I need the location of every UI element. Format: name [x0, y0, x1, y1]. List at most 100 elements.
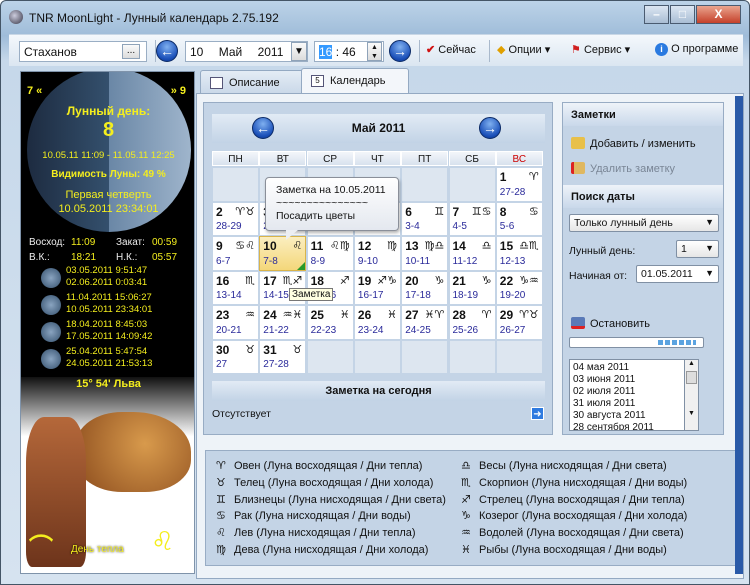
notes-header: Заметки — [563, 103, 723, 126]
delete-note-button[interactable]: Удалить заметку — [571, 162, 675, 175]
day-cell[interactable]: 31 ♉ 27-28 — [259, 339, 307, 374]
zodiac-sign-icon: ♈ — [216, 459, 226, 472]
next-lunar-day-link[interactable]: » 9 — [171, 85, 186, 97]
day-number: 31 — [263, 342, 277, 357]
add-note-button[interactable]: Добавить / изменить — [571, 137, 696, 150]
lunar-days: 27-28 — [499, 186, 526, 198]
day-cell[interactable]: 12 ♍ 9-10 — [353, 236, 401, 271]
day-cell[interactable]: 9 ♋♌ 6-7 — [212, 236, 259, 271]
day-cell[interactable]: 29 ♈♉ 26-27 — [495, 305, 543, 340]
service-menu[interactable]: ⚑ Сервис ▾ — [571, 43, 630, 56]
day-cell[interactable]: 7 ♊♋ 4-5 — [448, 201, 496, 236]
binoculars-stop-icon — [571, 317, 585, 329]
toolbar: Стаханов ... ← 10 Май 2011 ▼ 16 : 46 ▲ ▼ … — [9, 34, 743, 66]
day-cell[interactable]: 25 ♓ 22-23 — [306, 305, 354, 340]
prev-lunar-day-link[interactable]: 7 « — [27, 85, 42, 97]
day-cell[interactable]: 26 ♓ 23-24 — [353, 305, 401, 340]
results-scrollbar[interactable]: ▲ ▼ — [684, 359, 699, 431]
phase-date-prev: 25.04.2011 5:47:54 — [66, 346, 148, 357]
zodiac-sign-icon: ♑♒ — [519, 273, 539, 287]
time-hour: 16 — [319, 45, 333, 59]
day-cell[interactable]: 23 ♒ 20-21 — [212, 305, 259, 340]
lunar-days: 5-6 — [499, 221, 515, 232]
day-cell[interactable]: 6 ♊ 3-4 — [401, 201, 449, 236]
lunar-day-select[interactable]: 1 ▼ — [676, 240, 719, 258]
day-number: 27 — [405, 308, 419, 322]
day-cell[interactable]: 15 ♎♏ 12-13 — [495, 236, 543, 271]
day-cell[interactable]: 11 ♌♍ 8-9 — [306, 236, 354, 271]
start-date-value: 01.05.2011 — [641, 268, 693, 280]
search-result-item[interactable]: 04 мая 2011 — [573, 362, 695, 374]
zodiac-sign-icon: ♎♏ — [519, 239, 539, 252]
time-spinner[interactable]: ▲ ▼ — [367, 42, 382, 61]
calendar-panel: ← Май 2011 → ПН ВТ СР ЧТ ПТ СБ ВС 1 ♈ 27-28 2 … — [203, 102, 553, 435]
day-cell[interactable]: 13 ♍♎ 10-11 — [401, 236, 449, 271]
stop-search-button[interactable]: Остановить — [571, 317, 650, 330]
zodiac-sign-icon: ♏ — [461, 475, 471, 489]
lion-artwork — [76, 412, 191, 492]
lunar-days: 3-4 — [405, 221, 420, 232]
day-cell[interactable]: 2 ♈♉ 28-29 — [212, 201, 259, 236]
day-cell[interactable]: 27 ♓♈ 24-25 — [401, 305, 449, 340]
waxing-moon-icon: ⌒ — [29, 534, 53, 561]
start-date-picker[interactable]: 01.05.2011 ▼ — [636, 265, 719, 283]
weekday-header: СБ — [448, 151, 496, 166]
day-cell[interactable]: 10 ♌ 7-8 — [259, 236, 307, 271]
day-cell[interactable]: 8 ♋ 5-6 — [495, 201, 543, 236]
tab-description[interactable]: Описание — [200, 70, 304, 95]
day-cell[interactable]: 19 ♐♑ 16-17 — [353, 270, 401, 305]
prev-date-button[interactable]: ← — [156, 40, 178, 62]
legend-item: ♊ Близнецы (Луна нисходящая / Дни света) — [216, 493, 446, 506]
day-cell[interactable]: 14 ♎ 11-12 — [448, 236, 496, 271]
about-label: О программе — [671, 43, 739, 55]
close-button[interactable]: X — [696, 5, 741, 24]
day-number: 24 — [263, 308, 277, 322]
zodiac-sign-icon: ♑ — [461, 509, 471, 523]
search-results-list[interactable]: 04 мая 2011 03 июня 2011 02 июля 2011 31 ию… — [569, 359, 699, 431]
lunar-days: 4-5 — [452, 221, 467, 232]
date-picker[interactable]: 10 Май 2011 — [185, 41, 308, 62]
search-result-item[interactable]: 02 июля 2011 — [573, 386, 695, 398]
day-cell[interactable]: 24 ♒♓ 21-22 — [259, 305, 307, 340]
vk-time: 18:21 — [71, 252, 97, 263]
search-result-item[interactable]: 31 июля 2011 — [573, 398, 695, 410]
moon-visibility: Видимость Луны: 49 % — [51, 169, 166, 180]
minimize-button[interactable]: – — [644, 5, 669, 24]
about-button[interactable]: i О программе — [655, 43, 738, 56]
day-cell[interactable]: 30 ♉ 27 — [212, 339, 259, 374]
maximize-button[interactable]: □ — [670, 5, 695, 24]
calendar-icon: 5 — [311, 75, 324, 87]
search-result-item[interactable]: 30 августа 2011 — [573, 410, 695, 422]
nk-label: Н.К.: — [116, 252, 138, 263]
zodiac-sign-icon: ♊ — [434, 204, 445, 218]
tooltip-text: Посадить цветы — [276, 210, 355, 222]
day-cell[interactable]: 21 ♑ 18-19 — [448, 270, 496, 305]
day-cell[interactable]: 28 ♈ 25-26 — [448, 305, 496, 340]
lunar-days: 27 — [216, 359, 228, 370]
day-cell[interactable]: 16 ♏ 13-14 — [212, 270, 259, 305]
window-scrollbar[interactable] — [735, 96, 743, 574]
search-result-item[interactable]: 03 июня 2011 — [573, 374, 695, 386]
search-result-item[interactable]: 28 сентября 2011 — [573, 422, 695, 430]
options-menu[interactable]: ◆ Опции ▾ — [497, 43, 550, 56]
moon-phase-icon — [41, 349, 61, 369]
next-date-button[interactable]: → — [389, 40, 411, 62]
search-mode-select[interactable]: Только лунный день ▼ — [569, 214, 719, 232]
now-button[interactable]: ✔ Сейчас — [426, 43, 476, 56]
open-note-arrow-icon[interactable]: ➜ — [531, 407, 544, 420]
zodiac-sign-icon: ♉ — [216, 475, 226, 489]
month-title: Май 2011 — [351, 121, 406, 135]
tab-calendar[interactable]: 5 Календарь — [301, 68, 409, 94]
day-cell[interactable]: 22 ♑♒ 19-20 — [495, 270, 543, 305]
city-browse-button[interactable]: ... — [122, 44, 140, 59]
legend-text: Водолей (Луна восходящая / Дни света) — [479, 527, 684, 540]
day-cell[interactable]: 1 ♈ 27-28 — [495, 167, 543, 202]
legend-text: Рак (Луна нисходящая / Дни воды) — [234, 510, 411, 523]
zodiac-sign-icon: ♐ — [461, 492, 471, 506]
prev-month-button[interactable]: ← — [252, 117, 274, 139]
zodiac-sign-icon: ♑ — [434, 273, 445, 287]
day-cell[interactable]: 20 ♑ 17-18 — [401, 270, 449, 305]
next-month-button[interactable]: → — [479, 117, 501, 139]
lunar-days: 17-18 — [405, 290, 431, 301]
date-dropdown-button[interactable]: ▼ — [291, 42, 307, 61]
